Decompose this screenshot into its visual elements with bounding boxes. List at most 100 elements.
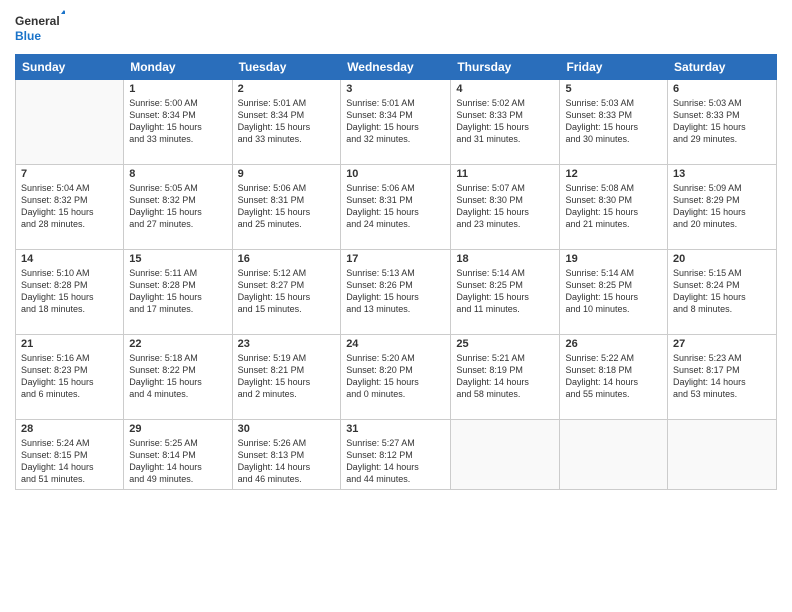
calendar-cell: 8 Sunrise: 5:05 AM Sunset: 8:32 PM Daylig… (124, 165, 232, 250)
weekday-header-monday: Monday (124, 55, 232, 80)
day-number: 24 (346, 338, 445, 350)
header: General Blue (15, 10, 777, 46)
day-info: Sunrise: 5:03 AM Sunset: 8:33 PM Dayligh… (673, 97, 771, 146)
calendar-cell: 19Sunrise: 5:14 AM Sunset: 8:25 PM Dayli… (560, 250, 668, 335)
day-info: Sunrise: 5:05 AM Sunset: 8:32 PM Dayligh… (129, 182, 226, 231)
calendar-cell: 7 Sunrise: 5:04 AM Sunset: 8:32 PM Daylig… (16, 165, 124, 250)
calendar-cell: 5 Sunrise: 5:03 AM Sunset: 8:33 PM Daylig… (560, 80, 668, 165)
weekday-header-row: SundayMondayTuesdayWednesdayThursdayFrid… (16, 55, 777, 80)
calendar-cell: 6 Sunrise: 5:03 AM Sunset: 8:33 PM Daylig… (668, 80, 777, 165)
svg-text:Blue: Blue (15, 29, 41, 43)
day-info: Sunrise: 5:14 AM Sunset: 8:25 PM Dayligh… (456, 267, 554, 316)
day-info: Sunrise: 5:12 AM Sunset: 8:27 PM Dayligh… (238, 267, 336, 316)
day-info: Sunrise: 5:22 AM Sunset: 8:18 PM Dayligh… (565, 352, 662, 401)
weekday-header-friday: Friday (560, 55, 668, 80)
calendar-table: SundayMondayTuesdayWednesdayThursdayFrid… (15, 54, 777, 490)
day-number: 26 (565, 338, 662, 350)
day-info: Sunrise: 5:00 AM Sunset: 8:34 PM Dayligh… (129, 97, 226, 146)
day-number: 11 (456, 168, 554, 180)
calendar-cell: 16 Sunrise: 5:12 AM Sunset: 8:27 PM Dayli… (232, 250, 341, 335)
logo-svg: General Blue (15, 10, 65, 46)
calendar-cell (451, 420, 560, 490)
calendar-week-row: 1 Sunrise: 5:00 AM Sunset: 8:34 PM Daylig… (16, 80, 777, 165)
calendar-cell: 30Sunrise: 5:26 AM Sunset: 8:13 PM Dayli… (232, 420, 341, 490)
day-info: Sunrise: 5:06 AM Sunset: 8:31 PM Dayligh… (346, 182, 445, 231)
calendar-cell (668, 420, 777, 490)
day-info: Sunrise: 5:02 AM Sunset: 8:33 PM Dayligh… (456, 97, 554, 146)
day-number: 8 (129, 168, 226, 180)
day-info: Sunrise: 5:06 AM Sunset: 8:31 PM Dayligh… (238, 182, 336, 231)
day-number: 7 (21, 168, 118, 180)
calendar-cell: 21Sunrise: 5:16 AM Sunset: 8:23 PM Dayli… (16, 335, 124, 420)
calendar-cell: 4 Sunrise: 5:02 AM Sunset: 8:33 PM Daylig… (451, 80, 560, 165)
day-info: Sunrise: 5:21 AM Sunset: 8:19 PM Dayligh… (456, 352, 554, 401)
calendar-cell: 29 Sunrise: 5:25 AM Sunset: 8:14 PM Dayli… (124, 420, 232, 490)
calendar-cell: 28 Sunrise: 5:24 AM Sunset: 8:15 PM Dayli… (16, 420, 124, 490)
calendar-cell: 9 Sunrise: 5:06 AM Sunset: 8:31 PM Daylig… (232, 165, 341, 250)
calendar-cell (16, 80, 124, 165)
weekday-header-tuesday: Tuesday (232, 55, 341, 80)
calendar-week-row: 7 Sunrise: 5:04 AM Sunset: 8:32 PM Daylig… (16, 165, 777, 250)
day-number: 20 (673, 253, 771, 265)
day-number: 29 (129, 423, 226, 435)
day-number: 16 (238, 253, 336, 265)
day-info: Sunrise: 5:23 AM Sunset: 8:17 PM Dayligh… (673, 352, 771, 401)
day-info: Sunrise: 5:03 AM Sunset: 8:33 PM Dayligh… (565, 97, 662, 146)
day-info: Sunrise: 5:08 AM Sunset: 8:30 PM Dayligh… (565, 182, 662, 231)
calendar-cell: 18 Sunrise: 5:14 AM Sunset: 8:25 PM Dayli… (451, 250, 560, 335)
day-number: 12 (565, 168, 662, 180)
svg-text:General: General (15, 14, 60, 28)
day-info: Sunrise: 5:11 AM Sunset: 8:28 PM Dayligh… (129, 267, 226, 316)
day-number: 22 (129, 338, 226, 350)
day-number: 15 (129, 253, 226, 265)
day-number: 3 (346, 83, 445, 95)
calendar-cell: 14 Sunrise: 5:10 AM Sunset: 8:28 PM Dayli… (16, 250, 124, 335)
day-number: 5 (565, 83, 662, 95)
page: General Blue SundayMondayTuesdayWednesda… (0, 0, 792, 612)
calendar-week-row: 28 Sunrise: 5:24 AM Sunset: 8:15 PM Dayli… (16, 420, 777, 490)
weekday-header-sunday: Sunday (16, 55, 124, 80)
calendar-week-row: 21Sunrise: 5:16 AM Sunset: 8:23 PM Dayli… (16, 335, 777, 420)
calendar-cell: 20 Sunrise: 5:15 AM Sunset: 8:24 PM Dayli… (668, 250, 777, 335)
day-info: Sunrise: 5:14 AM Sunset: 8:25 PM Dayligh… (565, 267, 662, 316)
day-number: 25 (456, 338, 554, 350)
calendar-cell: 1 Sunrise: 5:00 AM Sunset: 8:34 PM Daylig… (124, 80, 232, 165)
day-number: 28 (21, 423, 118, 435)
day-number: 9 (238, 168, 336, 180)
day-info: Sunrise: 5:16 AM Sunset: 8:23 PM Dayligh… (21, 352, 118, 401)
calendar-cell (560, 420, 668, 490)
day-number: 13 (673, 168, 771, 180)
day-number: 17 (346, 253, 445, 265)
calendar-cell: 23Sunrise: 5:19 AM Sunset: 8:21 PM Dayli… (232, 335, 341, 420)
weekday-header-thursday: Thursday (451, 55, 560, 80)
day-number: 4 (456, 83, 554, 95)
day-info: Sunrise: 5:01 AM Sunset: 8:34 PM Dayligh… (238, 97, 336, 146)
day-info: Sunrise: 5:13 AM Sunset: 8:26 PM Dayligh… (346, 267, 445, 316)
calendar-week-row: 14 Sunrise: 5:10 AM Sunset: 8:28 PM Dayli… (16, 250, 777, 335)
day-info: Sunrise: 5:15 AM Sunset: 8:24 PM Dayligh… (673, 267, 771, 316)
day-number: 23 (238, 338, 336, 350)
calendar-cell: 10 Sunrise: 5:06 AM Sunset: 8:31 PM Dayli… (341, 165, 451, 250)
day-info: Sunrise: 5:24 AM Sunset: 8:15 PM Dayligh… (21, 437, 118, 486)
day-info: Sunrise: 5:09 AM Sunset: 8:29 PM Dayligh… (673, 182, 771, 231)
day-number: 14 (21, 253, 118, 265)
calendar-cell: 12 Sunrise: 5:08 AM Sunset: 8:30 PM Dayli… (560, 165, 668, 250)
day-info: Sunrise: 5:25 AM Sunset: 8:14 PM Dayligh… (129, 437, 226, 486)
calendar-cell: 22Sunrise: 5:18 AM Sunset: 8:22 PM Dayli… (124, 335, 232, 420)
day-info: Sunrise: 5:20 AM Sunset: 8:20 PM Dayligh… (346, 352, 445, 401)
calendar-cell: 27 Sunrise: 5:23 AM Sunset: 8:17 PM Dayli… (668, 335, 777, 420)
day-number: 18 (456, 253, 554, 265)
calendar-cell: 15 Sunrise: 5:11 AM Sunset: 8:28 PM Dayli… (124, 250, 232, 335)
day-info: Sunrise: 5:01 AM Sunset: 8:34 PM Dayligh… (346, 97, 445, 146)
calendar-cell: 17 Sunrise: 5:13 AM Sunset: 8:26 PM Dayli… (341, 250, 451, 335)
day-number: 10 (346, 168, 445, 180)
day-number: 6 (673, 83, 771, 95)
day-info: Sunrise: 5:10 AM Sunset: 8:28 PM Dayligh… (21, 267, 118, 316)
day-number: 27 (673, 338, 771, 350)
calendar-cell: 13 Sunrise: 5:09 AM Sunset: 8:29 PM Dayli… (668, 165, 777, 250)
weekday-header-saturday: Saturday (668, 55, 777, 80)
day-number: 1 (129, 83, 226, 95)
calendar-cell: 24 Sunrise: 5:20 AM Sunset: 8:20 PM Dayli… (341, 335, 451, 420)
day-info: Sunrise: 5:04 AM Sunset: 8:32 PM Dayligh… (21, 182, 118, 231)
day-number: 31 (346, 423, 445, 435)
